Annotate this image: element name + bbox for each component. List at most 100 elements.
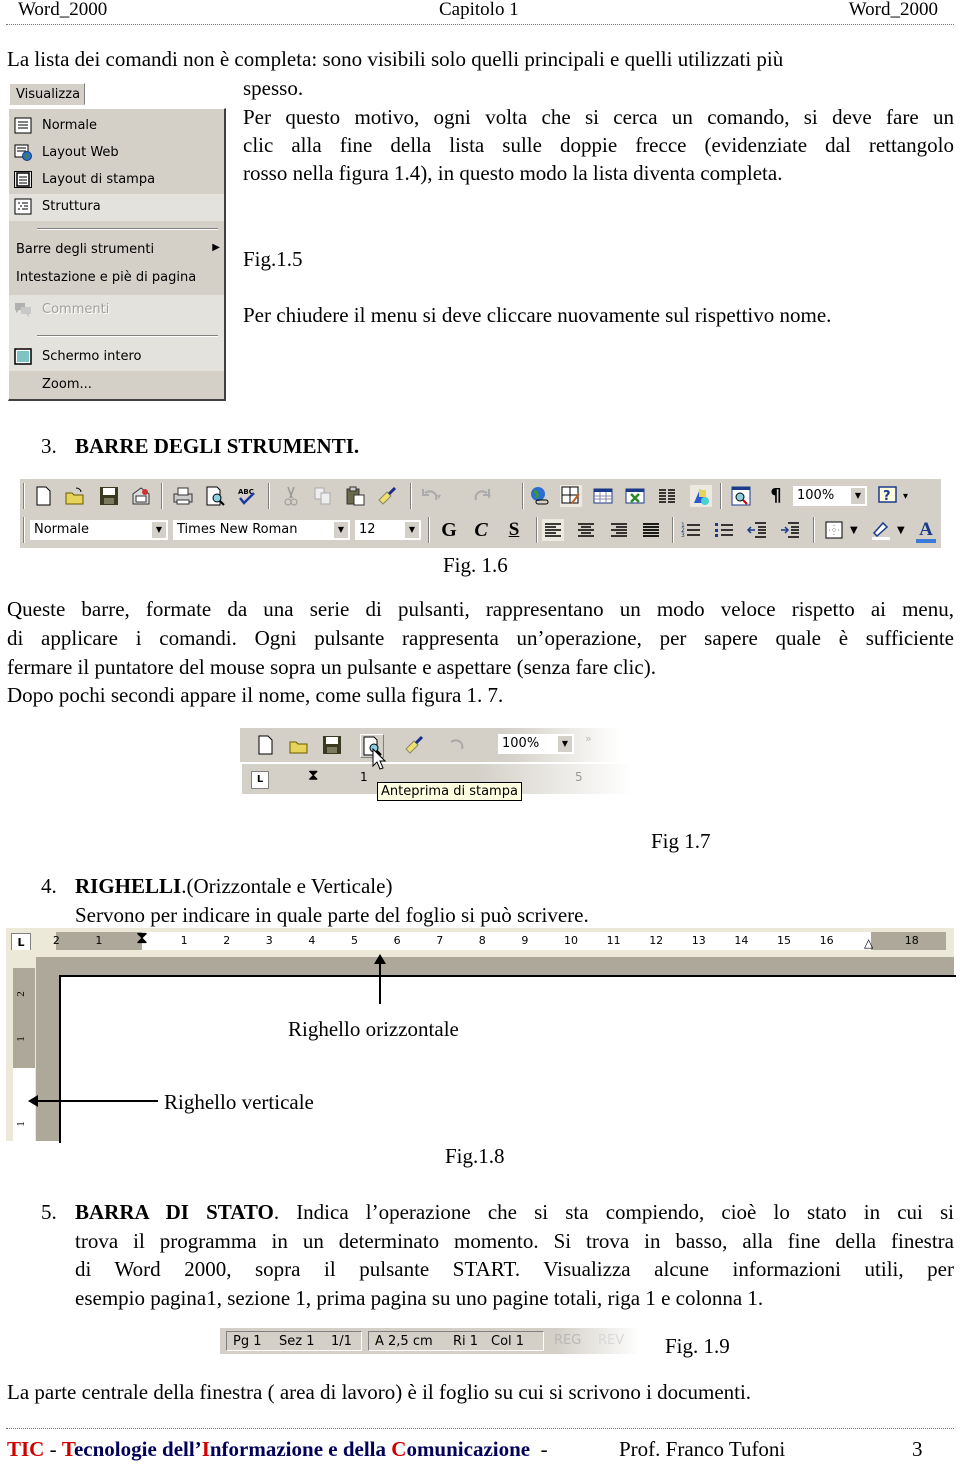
underline-button[interactable]: S (503, 519, 525, 541)
ruler-label: 6 (393, 934, 401, 947)
standard-toolbar: ABC ▾ ▾ ¶ 100% ▼ ? ▾ (20, 478, 941, 514)
first-line-indent-marker[interactable]: ⧗ (136, 929, 148, 947)
font-value: Times New Roman (177, 522, 298, 537)
font-size-select[interactable]: 12 ▼ (355, 520, 421, 540)
document-map-icon[interactable] (730, 485, 752, 507)
indent-marker[interactable]: ⧗ (308, 766, 319, 784)
undo-icon[interactable] (446, 734, 468, 756)
justify-icon[interactable] (640, 519, 662, 541)
chevron-down-icon[interactable]: ▼ (405, 522, 419, 538)
horizontal-ruler[interactable]: 2 1 1 2 3 4 5 6 7 8 9 10 11 12 13 14 15 16 18 ⧗ △ (52, 929, 946, 951)
footer-tic: TIC (7, 1437, 45, 1461)
italic-button[interactable]: C (470, 519, 492, 541)
menu-visualizza[interactable]: Visualizza (9, 83, 85, 105)
help-icon[interactable]: ? (877, 485, 899, 507)
format-painter-icon[interactable] (376, 485, 398, 507)
font-select[interactable]: Times New Roman ▼ (173, 520, 350, 540)
vertical-ruler[interactable]: 2 1 1 (13, 968, 35, 1141)
menu-item-label: Struttura (42, 199, 101, 214)
spelling-icon[interactable]: ABC (236, 485, 258, 507)
align-center-icon[interactable] (575, 519, 597, 541)
status-reg[interactable]: REG (554, 1333, 581, 1348)
menu-item-barre-strumenti[interactable]: Barre degli strumenti ▶ (9, 237, 224, 264)
zoom-select[interactable]: 100% ▼ (793, 486, 867, 506)
open-folder-icon[interactable] (288, 734, 310, 756)
bold-button[interactable]: G (438, 519, 460, 541)
status-section: Sez 1 (279, 1334, 315, 1349)
menu-item-schermo-intero[interactable]: Schermo intero (9, 344, 224, 371)
zoom-value: 100% (502, 736, 540, 751)
ruler-label: 2 (223, 934, 231, 947)
hyperlink-icon[interactable] (528, 485, 550, 507)
section-3-number: 3. (41, 434, 57, 458)
email-icon[interactable] (130, 485, 152, 507)
borders-icon[interactable] (823, 519, 845, 541)
ruler-label: 5 (575, 770, 583, 784)
menu-item-struttura[interactable]: Struttura (9, 194, 224, 221)
menu-item-intestazione[interactable]: Intestazione e piè di pagina (9, 265, 224, 292)
chevron-down-icon[interactable]: ▼ (850, 525, 858, 536)
ruler-label: 1 (95, 934, 103, 947)
right-indent-marker[interactable]: △ (864, 936, 873, 951)
new-document-icon[interactable] (254, 734, 276, 756)
style-select[interactable]: Normale ▼ (30, 520, 168, 540)
menu-separator (37, 335, 218, 337)
undo-icon[interactable]: ▾ (420, 485, 442, 507)
status-page: Pg 1 (233, 1334, 262, 1349)
body-line-3: fermare il puntatore del mouse sopra un … (7, 655, 656, 679)
bulleted-list-icon[interactable] (713, 519, 735, 541)
save-icon[interactable] (321, 734, 343, 756)
new-document-icon[interactable] (32, 485, 54, 507)
section-4-title-rest: .(Orizzontale e Verticale) (181, 874, 393, 898)
font-color-icon[interactable]: A (915, 519, 937, 543)
open-folder-icon[interactable] (64, 485, 86, 507)
more-buttons-icon[interactable]: » (585, 732, 592, 745)
ruler-label: 2 (52, 934, 60, 947)
menu-item-label: Intestazione e piè di pagina (16, 270, 197, 285)
header-left: Word_2000 (18, 0, 108, 20)
menu-item-zoom[interactable]: Zoom... (9, 372, 224, 399)
align-right-icon[interactable] (608, 519, 630, 541)
menu-item-layout-di-stampa[interactable]: Layout di stampa (9, 167, 224, 194)
paste-icon[interactable] (344, 485, 366, 507)
ruler-label: 3 (265, 934, 273, 947)
chevron-down-icon[interactable]: ▼ (558, 736, 572, 752)
insert-excel-icon[interactable] (624, 485, 646, 507)
show-hide-icon[interactable]: ¶ (765, 485, 787, 507)
format-painter-icon[interactable] (403, 734, 425, 756)
toolbar-options-icon[interactable]: ▾ (903, 491, 908, 502)
highlight-icon[interactable] (870, 519, 892, 541)
menu-item-normale[interactable]: Normale (9, 113, 224, 140)
chevron-down-icon[interactable]: ▼ (152, 522, 166, 538)
drawing-icon[interactable] (690, 485, 712, 507)
menu-item-layout-web[interactable]: Layout Web (9, 140, 224, 167)
footer-rule (6, 1428, 954, 1429)
menu-item-commenti: Commenti (9, 295, 224, 350)
body-line-1: Queste barre, formate da una serie di pu… (7, 597, 954, 621)
tab-selector[interactable]: L (251, 771, 269, 789)
insert-table-icon[interactable] (592, 485, 614, 507)
print-icon[interactable] (172, 485, 194, 507)
align-left-icon[interactable] (542, 519, 564, 541)
numbered-list-icon[interactable]: 123 (680, 519, 702, 541)
status-rev[interactable]: REV (598, 1333, 624, 1348)
tooltip-figure: 100% ▼ » L 1 5 ⧗ Anteprima di stampa (240, 728, 660, 840)
increase-indent-icon[interactable] (779, 519, 801, 541)
redo-icon[interactable]: ▾ (470, 485, 492, 507)
vertical-ruler-label: 1 (14, 1036, 27, 1042)
chevron-down-icon[interactable]: ▼ (851, 488, 865, 504)
zoom-select[interactable]: 100% ▼ (498, 734, 574, 754)
fig-caption-1-6: Fig. 1.6 (443, 553, 508, 577)
ruler-label: 8 (478, 934, 486, 947)
save-icon[interactable] (98, 485, 120, 507)
style-value: Normale (34, 522, 90, 537)
tables-borders-icon[interactable] (560, 485, 582, 507)
footer-author: Prof. Franco Tufoni (619, 1437, 786, 1461)
decrease-indent-icon[interactable] (746, 519, 768, 541)
chevron-down-icon[interactable]: ▼ (334, 522, 348, 538)
chevron-down-icon[interactable]: ▼ (897, 525, 905, 536)
cut-icon[interactable] (280, 485, 302, 507)
print-preview-icon[interactable] (204, 485, 226, 507)
copy-icon[interactable] (312, 485, 334, 507)
columns-icon[interactable] (656, 485, 678, 507)
